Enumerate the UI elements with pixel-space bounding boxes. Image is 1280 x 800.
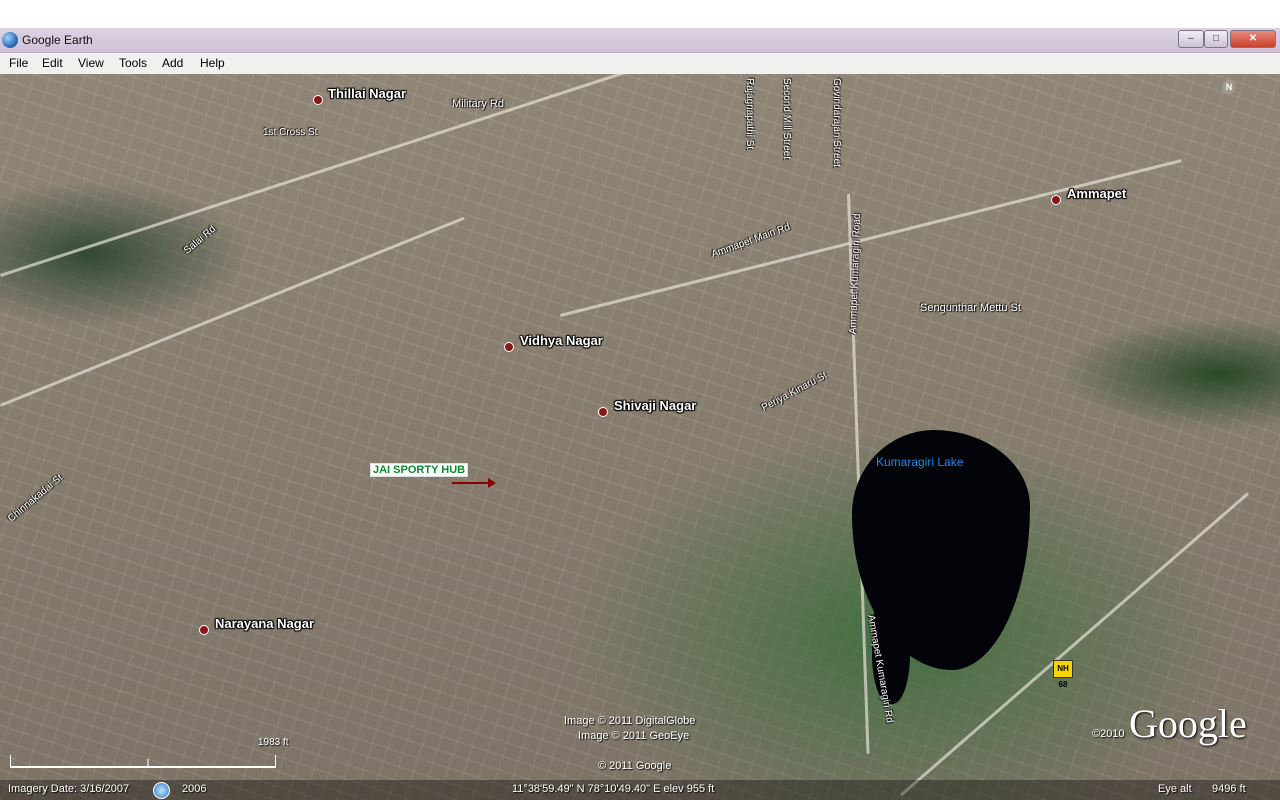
place-marker-icon[interactable] [199, 625, 209, 635]
place-label[interactable]: Shivaji Nagar [614, 398, 696, 413]
eye-alt-value: 9496 ft [1212, 783, 1246, 795]
placemark-arrow-icon [452, 478, 496, 488]
place-label[interactable]: Vidhya Nagar [520, 333, 603, 348]
place-marker-icon[interactable] [504, 342, 514, 352]
road [0, 74, 686, 277]
lake-label[interactable]: Kumaragiri Lake [876, 455, 963, 469]
placemark-label[interactable]: JAI SPORTY HUB [370, 463, 469, 477]
menu-edit[interactable]: Edit [42, 56, 63, 70]
imagery-date: Imagery Date: 3/16/2007 [8, 783, 130, 795]
attribution-google: © 2011 Google [598, 760, 672, 772]
attribution-year: ©2010 [1092, 728, 1125, 740]
street-label: Sengunthar Mettu St [920, 302, 1021, 314]
window-titlebar[interactable]: Google Earth – □ ✕ [0, 28, 1280, 53]
attribution-geoeye: Image © 2011 GeoEye [578, 730, 690, 742]
street-label: Second Mill Street [781, 78, 792, 160]
maximize-button[interactable]: □ [1204, 30, 1228, 48]
scale-label: 1983 ft [258, 737, 289, 748]
close-button[interactable]: ✕ [1230, 30, 1276, 48]
status-bar: Imagery Date: 3/16/2007 2006 11°38'59.49… [0, 780, 1280, 800]
street-label: 1st Cross St [263, 127, 318, 138]
eye-alt-label: Eye alt [1158, 783, 1192, 795]
historical-imagery-clock-icon[interactable] [153, 782, 170, 799]
street-label: Ammapet Main Rd [710, 221, 792, 261]
street-label: Salai Rd [182, 223, 219, 257]
street-label: Military Rd [452, 98, 504, 110]
place-marker-icon[interactable] [1051, 195, 1061, 205]
scale-bar [10, 755, 276, 768]
place-label[interactable]: Thillai Nagar [328, 86, 406, 101]
place-label[interactable]: Ammapet [1067, 186, 1126, 201]
history-year: 2006 [182, 783, 207, 795]
street-label: Periya Kinaru St [760, 370, 829, 414]
street-label: Chinnakadai St [6, 472, 66, 525]
menu-bar: File Edit View Tools Add Help [0, 53, 1280, 75]
window-title: Google Earth [22, 33, 93, 47]
minimize-button[interactable]: – [1178, 30, 1204, 48]
street-label: Govindarajan Street [831, 78, 842, 167]
compass-icon[interactable]: N [1222, 80, 1236, 94]
menu-file[interactable]: File [9, 56, 28, 70]
place-label[interactable]: Narayana Nagar [215, 616, 314, 631]
road [0, 216, 465, 407]
satellite-map-view[interactable]: N Thillai Nagar Ammapet Vidhya Nagar Shi… [0, 74, 1280, 800]
attribution-digitalglobe: Image © 2011 DigitalGlobe [564, 715, 696, 727]
place-marker-icon[interactable] [313, 95, 323, 105]
coordinates-readout: 11°38'59.49" N 78°10'49.40" E elev 955 f… [512, 783, 715, 795]
google-earth-icon [2, 32, 18, 48]
menu-help[interactable]: Help [200, 56, 225, 70]
google-logo: Google [1129, 701, 1247, 746]
street-label: Rajagnapathi St [744, 78, 755, 150]
menu-view[interactable]: View [78, 56, 104, 70]
place-marker-icon[interactable] [598, 407, 608, 417]
menu-tools[interactable]: Tools [119, 56, 147, 70]
menu-add[interactable]: Add [162, 56, 183, 70]
road [560, 159, 1182, 317]
highway-shield-icon: NH 68 [1053, 660, 1073, 689]
top-blank-strip [0, 0, 1280, 28]
